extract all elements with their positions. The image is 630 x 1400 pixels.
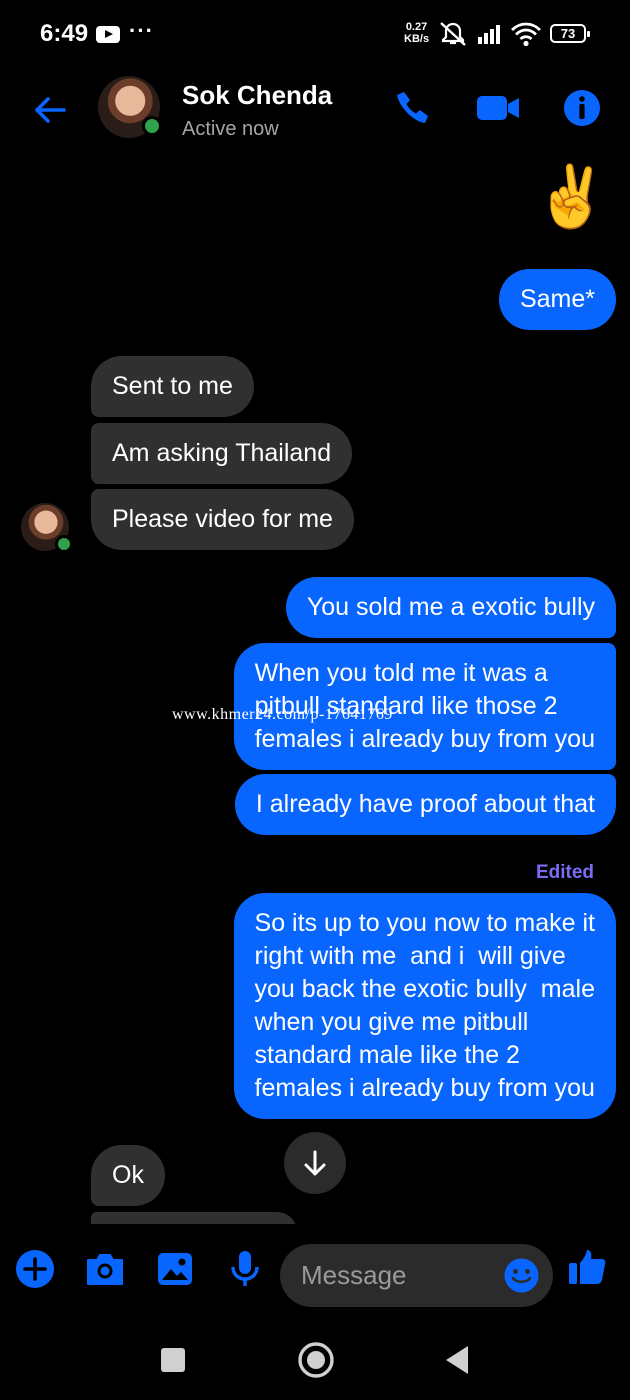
- system-nav-bar: [0, 1326, 630, 1400]
- network-speed-value: 0.27: [405, 21, 428, 33]
- camera-icon[interactable]: [84, 1248, 126, 1290]
- contact-avatar[interactable]: [98, 76, 162, 138]
- mute-icon: [440, 22, 466, 46]
- image-icon[interactable]: [154, 1248, 196, 1290]
- video-camera-icon[interactable]: [476, 88, 520, 128]
- contact-avatar-small[interactable]: [21, 503, 73, 553]
- battery-icon: 73: [550, 24, 590, 43]
- youtube-icon: [96, 26, 120, 43]
- back-arrow-icon[interactable]: [30, 90, 70, 130]
- more-notifications: ···: [129, 18, 154, 43]
- peace-emoji-message[interactable]: ✌️: [534, 162, 609, 232]
- wifi-icon: [511, 22, 541, 47]
- thumbs-up-icon[interactable]: [567, 1246, 609, 1288]
- watermark: www.khmer24.com/p-17641769: [172, 706, 393, 723]
- message-incoming[interactable]: Ok: [91, 1145, 165, 1206]
- microphone-icon[interactable]: [224, 1248, 266, 1290]
- signal-icon: [478, 25, 500, 44]
- plus-icon[interactable]: [14, 1248, 56, 1290]
- emoji-icon[interactable]: [503, 1257, 540, 1294]
- online-indicator: [142, 116, 162, 136]
- network-speed-unit: KB/s: [404, 33, 430, 45]
- status-bar: 6:49 ··· 0.27 KB/s 73: [0, 0, 630, 70]
- scroll-to-bottom-button[interactable]: [284, 1132, 346, 1194]
- back-icon[interactable]: [438, 1340, 478, 1380]
- message-incoming[interactable]: Am asking Thailand: [91, 423, 353, 484]
- clock: 6:49: [40, 20, 89, 47]
- message-incoming-partial[interactable]: [91, 1212, 297, 1224]
- info-icon[interactable]: [562, 88, 602, 128]
- conversation-header: Sok Chenda Active now: [0, 70, 630, 150]
- recents-icon[interactable]: [153, 1340, 193, 1380]
- message-incoming[interactable]: Please video for me: [91, 489, 354, 550]
- message-list[interactable]: ✌️ Same* Sent to me Am asking Thailand P…: [0, 150, 630, 1224]
- message-incoming[interactable]: Sent to me: [91, 356, 254, 417]
- message-outgoing[interactable]: I already have proof about that: [234, 774, 616, 835]
- message-outgoing[interactable]: You sold me a exotic bully: [285, 577, 616, 638]
- message-outgoing[interactable]: Same*: [498, 269, 616, 330]
- contact-name[interactable]: Sok Chenda: [182, 80, 332, 111]
- home-icon[interactable]: [294, 1338, 338, 1382]
- edited-label: Edited: [535, 862, 594, 883]
- composer: [0, 1226, 630, 1326]
- message-field[interactable]: [280, 1244, 553, 1307]
- network-speed: 0.27 KB/s: [404, 21, 429, 45]
- arrow-down-icon: [304, 1150, 326, 1176]
- phone-icon[interactable]: [393, 88, 433, 128]
- message-outgoing[interactable]: So its up to you now to make it right wi…: [233, 893, 616, 1119]
- message-input[interactable]: [301, 1258, 491, 1292]
- contact-status: Active now: [182, 118, 279, 140]
- online-indicator: [55, 535, 73, 553]
